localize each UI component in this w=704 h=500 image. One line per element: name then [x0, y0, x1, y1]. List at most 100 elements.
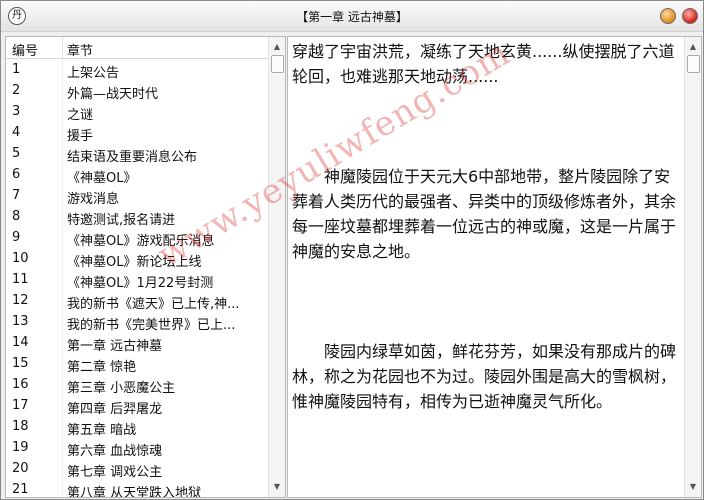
- list-item[interactable]: 11 《神墓OL》1月22号封测: [6, 269, 268, 291]
- scroll-thumb[interactable]: [687, 55, 700, 73]
- column-divider: [62, 101, 63, 122]
- chapter-title: 第六章 血战惊魂: [67, 444, 163, 459]
- list-item[interactable]: 2 外篇—战天时代: [6, 80, 268, 102]
- content-text: 穿越了宇宙洪荒，凝练了天地玄黄......纵使摆脱了六道轮回，也难逃那天地动荡.…: [292, 39, 678, 414]
- list-item[interactable]: 6 《神墓OL》: [6, 164, 268, 186]
- list-item[interactable]: 12 我的新书《遮天》已上传,神...: [6, 290, 268, 312]
- scroll-up-icon[interactable]: ▲: [269, 39, 285, 55]
- chapter-number: 21: [12, 482, 29, 497]
- column-divider: [62, 332, 63, 353]
- column-divider: [62, 416, 63, 437]
- chapter-title: 上架公告: [67, 66, 120, 81]
- close-button[interactable]: [682, 8, 698, 24]
- list-item[interactable]: 14 第一章 远古神墓: [6, 332, 268, 354]
- list-item[interactable]: 4 援手: [6, 122, 268, 144]
- chapter-number: 2: [12, 83, 21, 98]
- list-item[interactable]: 9 《神墓OL》游戏配乐消息: [6, 227, 268, 249]
- list-rows: 1 上架公告 2 外篇—战天时代 3 之谜 4 援手 5 结束语及重要消息公布 6 《神墓OL》 7 游戏…: [6, 59, 268, 498]
- column-divider: [62, 80, 63, 101]
- chapter-title: 援手: [67, 129, 94, 144]
- chapter-number: 13: [12, 314, 29, 329]
- chapter-number: 16: [12, 377, 29, 392]
- column-divider: [62, 164, 63, 185]
- column-header-number[interactable]: 编号: [12, 40, 38, 59]
- list-item[interactable]: 13 我的新书《完美世界》已上...: [6, 311, 268, 333]
- list-item[interactable]: 1 上架公告: [6, 59, 268, 81]
- list-item[interactable]: 15 第二章 惊艳: [6, 353, 268, 375]
- chapter-title: 特邀测试,报名请进: [67, 213, 176, 228]
- chapter-title: 结束语及重要消息公布: [67, 150, 198, 165]
- chapter-number: 7: [12, 188, 21, 203]
- chapter-number: 19: [12, 440, 29, 455]
- chapter-title: 第八章 从天堂跌入地狱: [67, 486, 202, 498]
- scroll-down-icon[interactable]: ▼: [685, 479, 701, 495]
- column-divider: [62, 353, 63, 374]
- list-item[interactable]: 19 第六章 血战惊魂: [6, 437, 268, 459]
- list-item[interactable]: 18 第五章 暗战: [6, 416, 268, 438]
- list-item[interactable]: 10 《神墓OL》新论坛上线: [6, 248, 268, 270]
- column-divider: [62, 311, 63, 332]
- chapter-title: 第五章 暗战: [67, 423, 137, 438]
- reader-window: 丹 【第一章 远古神墓】 编号 章节 1 上架公告 2 外篇—战天时代 3 之谜 4 援手 5 结…: [0, 0, 704, 500]
- list-item[interactable]: 8 特邀测试,报名请进: [6, 206, 268, 228]
- chapter-list[interactable]: 编号 章节 1 上架公告 2 外篇—战天时代 3 之谜 4 援手 5 结束语及重要消息公布 6 《神墓…: [5, 36, 286, 498]
- column-divider: [62, 227, 63, 248]
- chapter-title: 我的新书《完美世界》已上...: [67, 318, 236, 333]
- chapter-title: 《神墓OL》1月22号封测: [67, 276, 214, 291]
- scroll-thumb[interactable]: [271, 55, 284, 73]
- list-item[interactable]: 3 之谜: [6, 101, 268, 123]
- chapter-number: 8: [12, 209, 21, 224]
- column-divider: [62, 185, 63, 206]
- chapter-title: 我的新书《遮天》已上传,神...: [67, 297, 240, 312]
- chapter-number: 9: [12, 230, 21, 245]
- chapter-content[interactable]: 穿越了宇宙洪荒，凝练了天地玄黄......纵使摆脱了六道轮回，也难逃那天地动荡.…: [287, 36, 702, 498]
- column-divider: [62, 458, 63, 479]
- chapter-title: 游戏消息: [67, 192, 120, 207]
- chapter-number: 17: [12, 398, 29, 413]
- column-divider: [62, 437, 63, 458]
- column-header-chapter[interactable]: 章节: [67, 40, 93, 59]
- chapter-number: 6: [12, 167, 21, 182]
- chapter-number: 18: [12, 419, 29, 434]
- chapter-title: 第三章 小恶魔公主: [67, 381, 176, 396]
- list-item[interactable]: 21 第八章 从天堂跌入地狱: [6, 479, 268, 498]
- content-paragraph: 神魔陵园位于天元大6中部地带，整片陵园除了安葬着人类历代的最强者、异类中的顶级修…: [292, 167, 677, 261]
- list-item[interactable]: 5 结束语及重要消息公布: [6, 143, 268, 165]
- content-scrollbar[interactable]: ▲ ▼: [684, 37, 701, 497]
- column-divider: [62, 206, 63, 227]
- list-item[interactable]: 16 第三章 小恶魔公主: [6, 374, 268, 396]
- list-item[interactable]: 7 游戏消息: [6, 185, 268, 207]
- list-item[interactable]: 20 第七章 调戏公主: [6, 458, 268, 480]
- column-divider: [62, 290, 63, 311]
- chapter-title: 第七章 调戏公主: [67, 465, 163, 480]
- chapter-number: 12: [12, 293, 29, 308]
- column-divider: [62, 374, 63, 395]
- column-divider: [62, 479, 63, 497]
- chapter-title: 《神墓OL》: [67, 171, 137, 186]
- chapter-number: 3: [12, 104, 21, 119]
- scroll-down-icon[interactable]: ▼: [269, 479, 285, 495]
- minimize-button[interactable]: [660, 8, 676, 24]
- chapter-number: 20: [12, 461, 29, 476]
- list-header: 编号 章节: [6, 37, 268, 59]
- chapter-number: 1: [12, 62, 21, 77]
- column-divider: [62, 59, 63, 80]
- column-divider: [62, 37, 63, 58]
- chapter-number: 11: [12, 272, 29, 287]
- chapter-title: 《神墓OL》新论坛上线: [67, 255, 202, 270]
- column-divider: [62, 143, 63, 164]
- chapter-title: 第一章 远古神墓: [67, 339, 163, 354]
- column-divider: [62, 248, 63, 269]
- chapter-number: 4: [12, 125, 21, 140]
- title-bar[interactable]: 丹 【第一章 远古神墓】: [1, 1, 703, 32]
- chapter-list-scrollbar[interactable]: ▲ ▼: [268, 37, 285, 497]
- content-paragraph: 陵园内绿草如茵，鲜花芬芳，如果没有那成片的碑林，称之为花园也不为过。陵园外围是高…: [292, 342, 677, 411]
- chapter-title: 第四章 后羿屠龙: [67, 402, 163, 417]
- column-divider: [62, 269, 63, 290]
- list-item[interactable]: 17 第四章 后羿屠龙: [6, 395, 268, 417]
- chapter-title: 第二章 惊艳: [67, 360, 137, 375]
- scroll-up-icon[interactable]: ▲: [685, 39, 701, 55]
- column-divider: [62, 395, 63, 416]
- chapter-number: 15: [12, 356, 29, 371]
- chapter-title: 之谜: [67, 108, 94, 123]
